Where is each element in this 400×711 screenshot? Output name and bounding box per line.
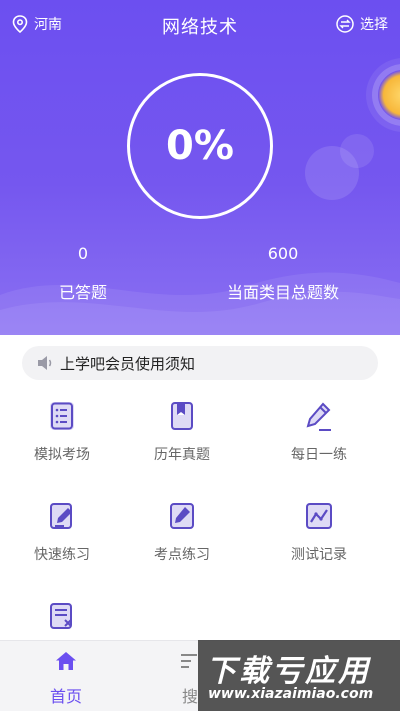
watermark-url: www.xiazaimiao.com	[208, 686, 374, 702]
select-button[interactable]: 选择	[336, 14, 388, 34]
menu-daily-practice[interactable]: 每日一练	[259, 400, 379, 464]
total-stat: 600 当面类目总题数	[218, 244, 348, 303]
top-bar: 河南 网络技术 选择	[0, 0, 400, 50]
menu-mock-exam[interactable]: 模拟考场	[2, 400, 122, 464]
select-label: 选择	[360, 17, 388, 33]
sun-decoration	[378, 70, 400, 120]
menu-quick-practice[interactable]: 快速练习	[2, 500, 122, 564]
menu-past-papers[interactable]: 历年真题	[122, 400, 242, 464]
chart-icon	[306, 503, 332, 529]
answered-label: 已答题	[58, 283, 107, 302]
answered-count: 0	[77, 244, 89, 263]
notice-text: 上学吧会员使用须知	[60, 354, 196, 373]
wrong-doc-icon	[50, 603, 72, 629]
total-count: 600	[267, 244, 299, 263]
hero-panel: 河南 网络技术 选择 0% 0 已答题 600 当面类目总题数	[0, 0, 400, 335]
progress-ring: 0%	[127, 73, 273, 219]
switch-icon	[336, 15, 354, 33]
answered-stat: 0 已答题	[48, 244, 118, 303]
pencil-icon	[306, 402, 331, 431]
total-label: 当面类目总题数	[226, 283, 339, 302]
progress-value: 0%	[166, 123, 234, 169]
menu-label: 模拟考场	[34, 447, 90, 463]
menu-label: 历年真题	[154, 447, 210, 463]
notice-bar[interactable]: 上学吧会员使用须知	[22, 346, 378, 380]
bubble-decoration	[340, 134, 374, 168]
tab-home[interactable]: 首页	[26, 651, 106, 707]
notebook-pen-icon	[170, 503, 194, 529]
menu-test-records[interactable]: 测试记录	[259, 500, 379, 564]
book-icon	[171, 402, 193, 430]
edit-doc-icon	[50, 503, 72, 529]
tab-home-label: 首页	[49, 687, 82, 706]
list-doc-icon	[50, 402, 74, 430]
menu-label: 每日一练	[291, 447, 347, 463]
menu-label: 测试记录	[291, 547, 347, 563]
watermark-title: 下载亏应用	[206, 654, 371, 689]
home-icon	[56, 652, 76, 670]
menu-label: 快速练习	[34, 547, 90, 563]
menu-topic-practice[interactable]: 考点练习	[122, 500, 242, 564]
menu-label: 考点练习	[154, 547, 210, 563]
menu-wrong-questions[interactable]	[2, 600, 122, 644]
speaker-icon	[38, 356, 52, 370]
watermark: 下载亏应用 www.xiazaimiao.com	[198, 640, 400, 711]
